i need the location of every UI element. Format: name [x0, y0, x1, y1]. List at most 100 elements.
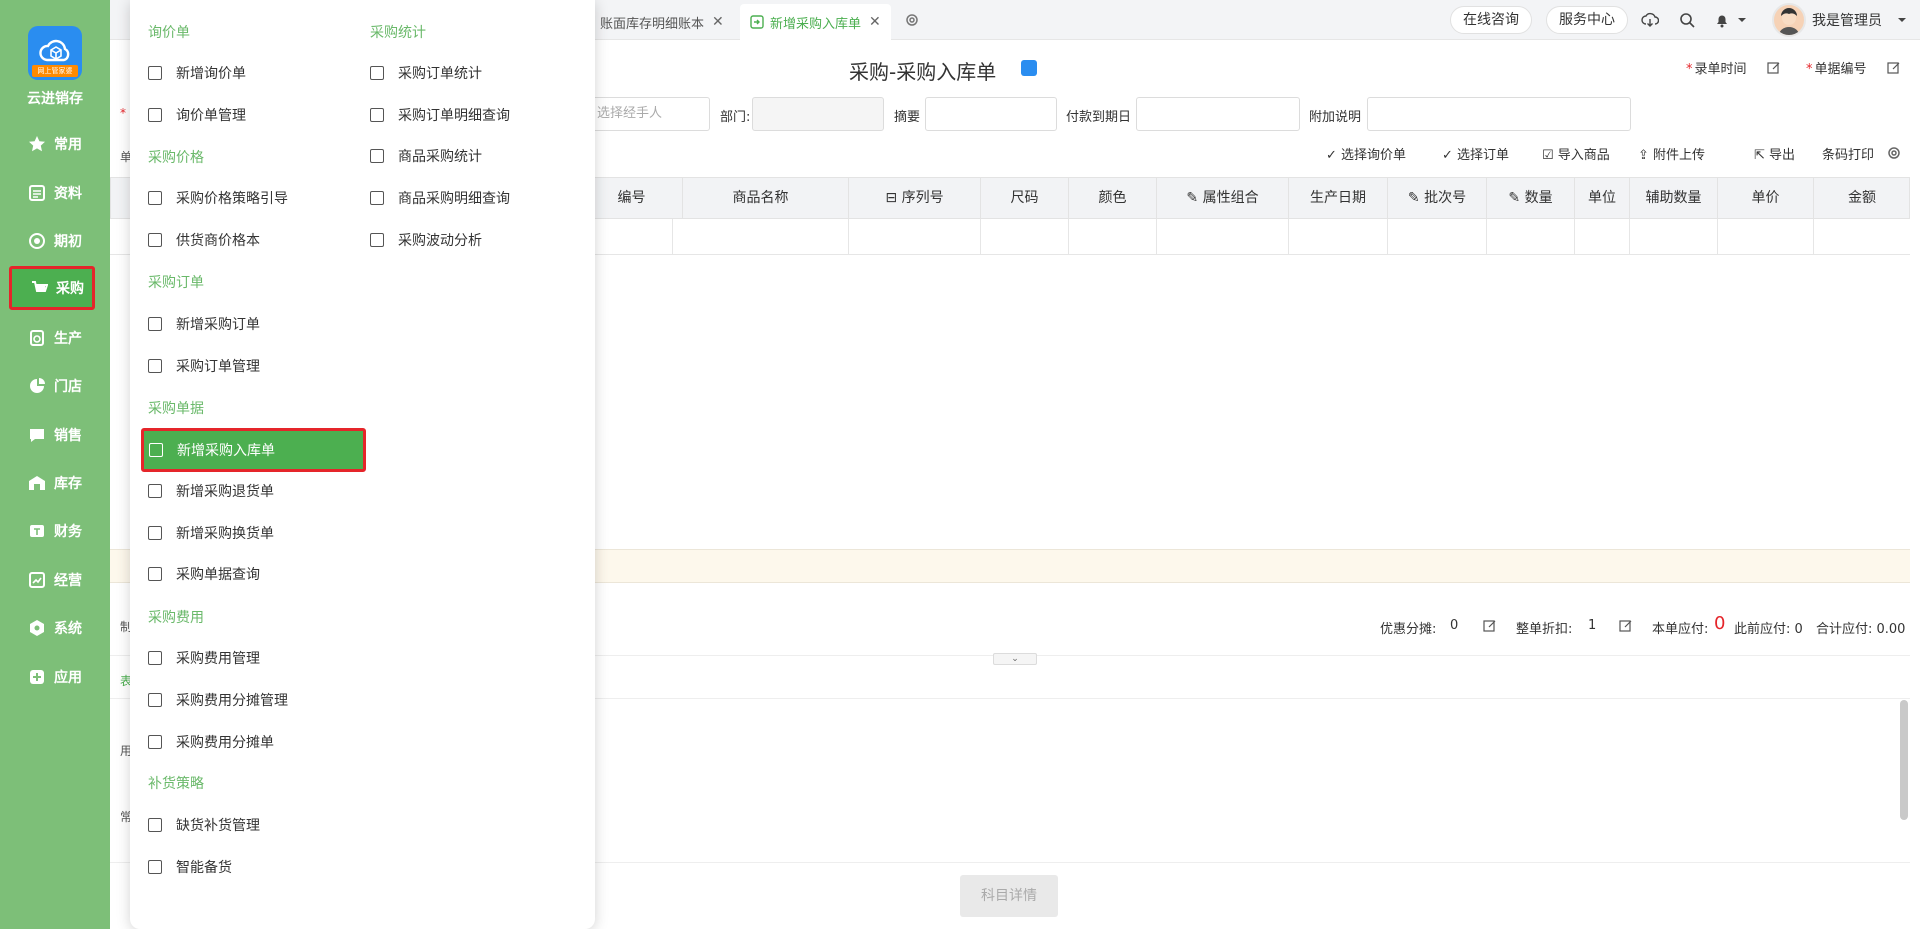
menu-item-new-purchase-return[interactable]: 新增采购退货单 — [148, 473, 274, 509]
sidebar-item-finance[interactable]: 财务 — [10, 511, 96, 551]
export-button[interactable]: ⇱ 导出 — [1754, 144, 1795, 163]
menu-item-purchase-cost-manage[interactable]: 采购费用管理 — [148, 640, 260, 676]
menu-item-goods-purchase-detail[interactable]: 商品采购明细查询 — [370, 180, 510, 216]
edit-icon[interactable] — [1614, 614, 1638, 638]
menu-item-smart-stocking[interactable]: 智能备货 — [148, 849, 232, 885]
doc-icon — [148, 359, 162, 373]
settings-badge-icon[interactable] — [1021, 60, 1037, 76]
edit-icon[interactable] — [1762, 56, 1786, 80]
menu-item-purchase-order-manage[interactable]: 采购订单管理 — [148, 348, 260, 384]
barcode-print-button[interactable]: 条码打印 — [1822, 144, 1874, 163]
column-header-batch[interactable]: ✎ 批次号 — [1388, 178, 1487, 218]
menu-item-cost-allocation-manage[interactable]: 采购费用分摊管理 — [148, 682, 288, 718]
due-date-label: 付款到期日 — [1066, 110, 1132, 125]
sidebar-item-common[interactable]: 常用 — [10, 124, 96, 164]
sidebar-item-production[interactable]: 生产 — [10, 318, 96, 358]
receipt-icon — [148, 526, 162, 540]
menu-item-purchase-order-stats[interactable]: 采购订单统计 — [370, 55, 482, 91]
menu-item-new-purchase-order[interactable]: 新增采购订单 — [148, 306, 260, 342]
cloud-download-icon[interactable] — [1638, 8, 1662, 32]
doc-icon — [148, 860, 162, 874]
tab-stock-ledger[interactable]: 账面库存明细账本 ✕ — [590, 4, 734, 40]
sidebar-item-sales[interactable]: 销售 — [10, 415, 96, 455]
subject-detail-button[interactable]: 科目详情 — [960, 875, 1058, 917]
whole-discount-label: 整单折扣: — [1516, 622, 1573, 637]
menu-group-title: 补货策略 — [148, 776, 204, 792]
column-header-color[interactable]: 颜色 — [1069, 178, 1157, 218]
tab-new-purchase-inbound[interactable]: 新增采购入库单 ✕ — [740, 4, 891, 40]
pie-icon — [28, 377, 46, 395]
column-header-serial[interactable]: ⊟ 序列号 — [849, 178, 981, 218]
chevron-down-icon[interactable] — [1890, 8, 1914, 32]
upload-attachment-button[interactable]: ⇪ 附件上传 — [1638, 144, 1705, 163]
gear-icon[interactable] — [900, 8, 924, 32]
column-header-prod-date[interactable]: 生产日期 — [1289, 178, 1388, 218]
sidebar-item-apps[interactable]: 应用 — [10, 657, 96, 697]
close-icon[interactable]: ✕ — [712, 14, 724, 30]
target-icon — [28, 232, 46, 250]
cell-divider — [1156, 219, 1157, 255]
menu-item-purchase-doc-query[interactable]: 采购单据查询 — [148, 556, 260, 592]
menu-item-price-strategy[interactable]: 采购价格策略引导 — [148, 180, 288, 216]
column-header-code[interactable]: 编号 — [581, 178, 683, 218]
column-header-name[interactable]: 商品名称 — [673, 178, 849, 218]
previous-payable: 此前应付: 0 — [1734, 622, 1803, 637]
column-header-attr-combo[interactable]: ✎ 属性组合 — [1157, 178, 1289, 218]
menu-item-new-inquiry[interactable]: 新增询价单 — [148, 55, 246, 91]
column-header-qty[interactable]: ✎ 数量 — [1487, 178, 1575, 218]
doc-icon — [148, 317, 162, 331]
search-icon[interactable] — [1675, 8, 1699, 32]
sidebar-item-label: 常用 — [54, 137, 82, 153]
column-header-size[interactable]: 尺码 — [981, 178, 1069, 218]
sidebar-item-inventory[interactable]: 库存 — [10, 463, 96, 503]
sidebar-item-data[interactable]: 资料 — [10, 173, 96, 213]
scrollbar[interactable] — [1900, 700, 1908, 820]
avatar[interactable] — [1772, 3, 1806, 37]
column-header-price[interactable]: 单价 — [1718, 178, 1814, 218]
sidebar-item-store[interactable]: 门店 — [10, 366, 96, 406]
cell-divider — [1813, 219, 1814, 255]
column-header-amount[interactable]: 金额 — [1814, 178, 1910, 218]
doc-icon — [370, 108, 384, 122]
select-inquiry-button[interactable]: ✓ 选择询价单 — [1326, 144, 1406, 163]
service-center-button[interactable]: 服务中心 — [1546, 6, 1628, 34]
edit-icon[interactable] — [1882, 56, 1906, 80]
handler-input[interactable]: 选择经手人 — [588, 97, 710, 131]
inbound-doc-icon — [149, 443, 163, 457]
column-header-aux-qty[interactable]: 辅助数量 — [1630, 178, 1718, 218]
select-order-button[interactable]: ✓ 选择订单 — [1442, 144, 1509, 163]
cell-divider — [1486, 219, 1487, 255]
menu-group-title: 采购费用 — [148, 610, 204, 626]
menu-item-inquiry-manage[interactable]: 询价单管理 — [148, 97, 246, 133]
menu-item-new-purchase-exchange[interactable]: 新增采购换货单 — [148, 515, 274, 551]
close-icon[interactable]: ✕ — [869, 14, 881, 30]
cell-divider — [980, 219, 981, 255]
sidebar-item-purchase[interactable]: 采购 — [9, 266, 95, 310]
username[interactable]: 我是管理员 — [1812, 10, 1882, 30]
chevron-down-icon[interactable] — [1730, 8, 1754, 32]
extra-note-input[interactable] — [1367, 97, 1631, 131]
sidebar-item-system[interactable]: 系统 — [10, 608, 96, 648]
menu-item-cost-allocation-doc[interactable]: 采购费用分摊单 — [148, 724, 274, 760]
menu-item-new-purchase-inbound[interactable]: 新增采购入库单 — [141, 428, 366, 472]
menu-group-title: 采购统计 — [370, 25, 426, 41]
gear-icon[interactable] — [1882, 141, 1906, 165]
sidebar-item-operation[interactable]: 经营 — [10, 560, 96, 600]
menu-item-shortage-replenish[interactable]: 缺货补货管理 — [148, 807, 260, 843]
menu-item-supplier-pricebook[interactable]: 供货商价格本 — [148, 222, 260, 258]
summary-input[interactable] — [925, 97, 1057, 131]
expand-toggle[interactable]: ⌄ — [993, 653, 1037, 665]
sidebar-item-opening[interactable]: 期初 — [10, 221, 96, 261]
column-header-unit[interactable]: 单位 — [1575, 178, 1630, 218]
sidebar-item-label: 期初 — [54, 234, 82, 250]
import-goods-button[interactable]: ☑ 导入商品 — [1542, 144, 1610, 163]
sidebar: 网上管家婆 云进销存 常用 资料 期初 采购 生产 门店 销售 库存 财务 经营 — [0, 0, 110, 929]
menu-item-purchase-order-detail[interactable]: 采购订单明细查询 — [370, 97, 510, 133]
edit-icon[interactable] — [1478, 614, 1502, 638]
menu-item-purchase-fluctuation[interactable]: 采购波动分析 — [370, 222, 482, 258]
dept-input[interactable] — [752, 97, 884, 131]
menu-item-goods-purchase-stats[interactable]: 商品采购统计 — [370, 138, 482, 174]
online-consult-button[interactable]: 在线咨询 — [1450, 6, 1532, 34]
sidebar-item-label: 门店 — [54, 379, 82, 395]
due-date-input[interactable] — [1136, 97, 1300, 131]
